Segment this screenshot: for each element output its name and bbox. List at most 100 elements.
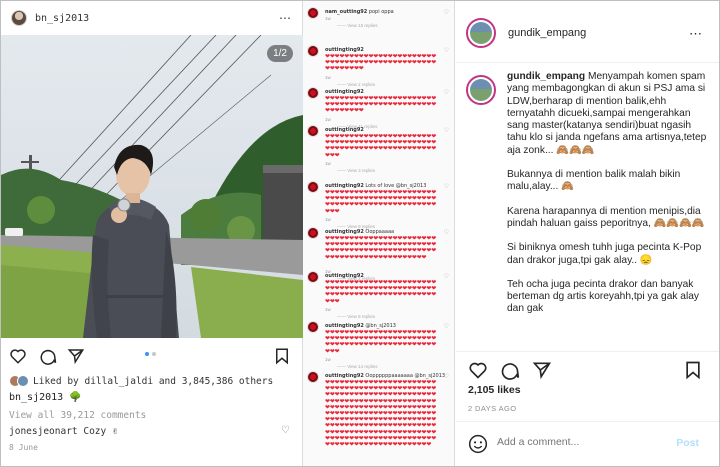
like-heart-icon[interactable]	[9, 347, 27, 365]
comment-author-and-text: outtingting92 Ooppppppaaaaaaa @bn_sj2013	[325, 373, 445, 379]
comment-author[interactable]: outtingting92	[325, 183, 364, 189]
comment-like-heart-icon[interactable]: ♡	[444, 9, 449, 16]
comment-like-heart-icon[interactable]: ♡	[444, 127, 449, 134]
commenter-avatar[interactable]	[307, 87, 319, 99]
post-timestamp: 2 DAYS AGO	[468, 404, 517, 413]
view-replies-link[interactable]: —— View 3 replies	[337, 168, 375, 173]
top-comment: jonesjeonart Cozy ✌	[9, 426, 118, 437]
left-post-avatar[interactable]	[11, 10, 27, 26]
comment-text: @bn_sj2013	[363, 323, 396, 329]
comment-author[interactable]: outtingting92	[325, 229, 364, 235]
right-header: gundik_empang ⋯	[456, 1, 719, 63]
comment-author-and-text: outtingting92 Lots of love @bn_sj2013	[325, 183, 426, 189]
caption-para-4: Si biniknya omesh tuhh juga pecinta K-Po…	[507, 242, 702, 266]
comment-like-heart-icon[interactable]: ♡	[281, 425, 290, 436]
heart-emoji-spam: ❤❤❤❤❤❤❤❤❤❤❤❤❤❤❤❤❤❤❤❤❤❤❤❤❤❤❤❤❤❤❤❤❤❤❤❤❤❤❤❤…	[325, 190, 437, 215]
comment-like-heart-icon[interactable]: ♡	[444, 323, 449, 330]
likes-count[interactable]: 2,105 likes	[468, 384, 521, 396]
add-comment-input[interactable]	[497, 436, 667, 448]
commenter-avatar[interactable]	[307, 125, 319, 137]
comment-author[interactable]: outtingting92	[325, 127, 364, 133]
liked-by-row: Liked by dillal_jaldi and 3,845,386 othe…	[9, 375, 273, 387]
left-post: bn_sj2013 ⋯ 1/2 Liked by dillal_jaldi an…	[1, 1, 303, 466]
comment-timestamp: 1w	[325, 306, 331, 312]
comment-author[interactable]: outtingting92	[325, 323, 364, 329]
comment-like-heart-icon[interactable]: ♡	[444, 47, 449, 54]
comment-author-and-text: outtingting92	[325, 47, 364, 53]
add-comment-bar: Post	[456, 421, 719, 466]
comment-text: Ooppaaaaa	[363, 229, 395, 235]
emoji-smiley-icon[interactable]	[468, 434, 488, 454]
left-post-caption: bn_sj2013 🌳	[9, 392, 82, 403]
comment-like-heart-icon[interactable]: ♡	[444, 89, 449, 96]
carousel-dot-active	[145, 352, 149, 356]
bookmark-icon[interactable]	[273, 347, 291, 365]
comment-author-and-text: nam_outting92 popi oppa	[325, 9, 394, 15]
comment-author-and-text: outtingting92 @bn_sj2013	[325, 323, 396, 329]
left-post-username[interactable]: bn_sj2013	[35, 13, 89, 24]
comment-author-and-text: outtingting92	[325, 89, 364, 95]
left-post-date: 8 June	[9, 443, 38, 452]
commenter-avatar[interactable]	[307, 227, 319, 239]
post-comment-button[interactable]: Post	[676, 437, 699, 449]
commenter-avatar[interactable]	[307, 321, 319, 333]
comment-author[interactable]: nam_outting92	[325, 9, 367, 15]
app-frame: bn_sj2013 ⋯ 1/2 Liked by dillal_jaldi an…	[0, 0, 720, 467]
caption-area: gundik_empang Menyampah komen spam yang …	[456, 63, 719, 348]
comment-like-heart-icon[interactable]: ♡	[444, 229, 449, 236]
caption-username[interactable]: gundik_empang	[507, 71, 585, 82]
view-replies-link[interactable]: —— View 2 replies	[337, 82, 375, 87]
comment-text: Lots of love @bn_sj2013	[363, 183, 427, 189]
more-options-icon[interactable]: ⋯	[689, 26, 703, 42]
left-post-header: bn_sj2013	[1, 1, 302, 35]
view-replies-link[interactable]: —— View 8 replies	[337, 314, 375, 319]
comment-bubble-icon[interactable]	[500, 360, 520, 380]
right-header-avatar[interactable]	[466, 18, 496, 48]
comment-author-and-text: outtingting92 Ooppaaaaa	[325, 229, 394, 235]
comment-timestamp: 1w	[325, 16, 331, 21]
view-replies-link[interactable]: —— View 15 replies	[337, 23, 378, 28]
share-send-icon[interactable]	[67, 347, 85, 365]
heart-emoji-spam: ❤❤❤❤❤❤❤❤❤❤❤❤❤❤❤❤❤❤❤❤❤❤❤❤❤❤❤❤❤❤❤❤❤❤❤❤❤❤❤❤…	[325, 330, 437, 355]
heart-emoji-spam: ❤❤❤❤❤❤❤❤❤❤❤❤❤❤❤❤❤❤❤❤❤❤❤❤❤❤❤❤❤❤❤❤❤❤❤❤❤❤❤❤…	[325, 134, 437, 159]
post-photo[interactable]: 1/2	[1, 35, 303, 338]
commenter-avatar[interactable]	[307, 271, 319, 283]
heart-emoji-spam: ❤❤❤❤❤❤❤❤❤❤❤❤❤❤❤❤❤❤❤❤❤❤❤❤❤❤❤❤❤❤❤❤❤❤❤❤❤❤❤❤…	[325, 380, 437, 449]
comment-author[interactable]: outtingting92	[325, 89, 364, 95]
comment-text: popi oppa	[367, 9, 394, 15]
right-panel: gundik_empang ⋯ gundik_empang Menyampah …	[456, 1, 719, 466]
commenter-avatar[interactable]	[307, 7, 319, 19]
comment-timestamp: 1w	[325, 160, 331, 166]
comment-author-and-text: outtingting92	[325, 273, 364, 279]
comment-author[interactable]: outtingting92	[325, 373, 364, 379]
heart-emoji-spam: ❤❤❤❤❤❤❤❤❤❤❤❤❤❤❤❤❤❤❤❤❤❤❤❤❤❤❤❤❤❤❤❤❤❤❤❤❤❤❤❤…	[325, 236, 437, 261]
post-photo-image	[1, 35, 303, 338]
view-all-comments-link[interactable]: View all 39,212 comments	[9, 410, 146, 421]
commenter-avatar[interactable]	[307, 45, 319, 57]
comment-like-heart-icon[interactable]: ♡	[444, 273, 449, 280]
view-replies-link[interactable]: —— View 14 replies	[337, 364, 378, 369]
comment-screenshot: nam_outting92 popi oppa 1w —— View 15 repl…	[303, 1, 455, 466]
caption-para-2: Bukannya di mention balik malah bikin ma…	[507, 169, 681, 193]
caption-text: gundik_empang Menyampah komen spam yang …	[507, 71, 712, 316]
bookmark-icon[interactable]	[683, 360, 703, 380]
carousel-dot	[152, 352, 156, 356]
heart-emoji-spam: ❤❤❤❤❤❤❤❤❤❤❤❤❤❤❤❤❤❤❤❤❤❤❤❤❤❤❤❤❤❤❤❤❤❤❤❤❤❤❤❤…	[325, 54, 437, 73]
comment-like-heart-icon[interactable]: ♡	[444, 373, 449, 380]
comment-author[interactable]: outtingting92	[325, 273, 364, 279]
commenter-avatar[interactable]	[307, 181, 319, 193]
liked-by-text[interactable]: Liked by dillal_jaldi and 3,845,386 othe…	[33, 376, 273, 387]
more-options-icon[interactable]: ⋯	[279, 11, 292, 25]
right-header-username[interactable]: gundik_empang	[508, 27, 586, 39]
comment-like-heart-icon[interactable]: ♡	[444, 183, 449, 190]
comment-timestamp: 1w	[325, 74, 331, 80]
comment-timestamp: 1w	[325, 116, 331, 122]
like-heart-icon[interactable]	[468, 360, 488, 380]
comment-author-and-text: outtingting92	[325, 127, 364, 133]
comment-timestamp: 1w	[325, 356, 331, 362]
caption-avatar[interactable]	[466, 75, 496, 105]
comment-bubble-icon[interactable]	[39, 347, 57, 365]
share-send-icon[interactable]	[532, 360, 552, 380]
comment-author[interactable]: outtingting92	[325, 47, 364, 53]
commenter-avatar[interactable]	[307, 371, 319, 383]
